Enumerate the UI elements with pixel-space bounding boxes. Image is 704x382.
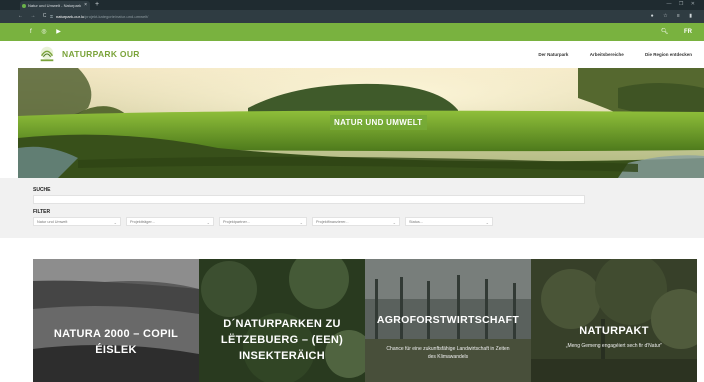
- nav-item-arbeitsbereiche[interactable]: Arbeitsbereiche: [590, 52, 624, 57]
- search-icon[interactable]: 🔍︎: [661, 29, 669, 35]
- project-card-insekteraich[interactable]: D´NATURPARKEN ZU LËTZEBUERG – (EEN) INSE…: [199, 259, 365, 382]
- close-tab-icon[interactable]: ×: [84, 1, 87, 10]
- browser-nav-buttons[interactable]: ← → C: [18, 10, 49, 23]
- social-icons[interactable]: f ◎ ▶: [30, 23, 65, 41]
- filter-select-status-value: Status...: [409, 220, 423, 224]
- window-controls[interactable]: — ❐ ✕: [667, 0, 698, 9]
- filter-label: FILTER: [33, 209, 51, 215]
- card-title: NATURPAKT: [579, 325, 649, 337]
- project-card-naturpakt[interactable]: NATURPAKT „Meng Gemeng engagéiert sech f…: [531, 259, 697, 382]
- logo-icon[interactable]: [38, 45, 56, 63]
- filter-select-projektfinanzierer[interactable]: Projektfinanzierer... ⌄: [312, 217, 400, 226]
- card-image: [531, 259, 697, 382]
- browser-tab-title: Natur und Umwelt - Naturpark: [28, 3, 82, 8]
- search-label: SUCHE: [33, 187, 51, 193]
- language-switch[interactable]: FR: [684, 29, 692, 35]
- filter-select-projektpartner-value: Projektpartner...: [223, 220, 250, 224]
- project-card-natura-2000[interactable]: NATURA 2000 – COPIL ÉISLEK: [33, 259, 199, 382]
- url-path: /projekt-kategorie/natur-und-umwelt/: [84, 14, 149, 19]
- card-image: [33, 259, 199, 382]
- chevron-down-icon: ⌄: [485, 220, 489, 225]
- hero-title: NATUR UND UMWELT: [330, 115, 427, 130]
- chevron-down-icon: ⌄: [392, 220, 396, 225]
- browser-toolbar-icons[interactable]: ● ☆ ≡ ▮: [651, 10, 696, 23]
- site-logo-text[interactable]: NATURPARK OUR: [62, 41, 140, 68]
- filter-panel: SUCHE FILTER Natur und Umwelt ⌄ Projekttr…: [0, 178, 704, 238]
- new-tab-button[interactable]: +: [95, 0, 99, 9]
- search-input[interactable]: [33, 195, 585, 204]
- filter-select-category-value: Natur und Umwelt: [37, 220, 68, 224]
- chevron-down-icon: ⌄: [299, 220, 303, 225]
- browser-tab-bar: Natur und Umwelt - Naturpark × + — ❐ ✕: [0, 0, 704, 10]
- project-card-grid: NATURA 2000 – COPIL ÉISLEK D´NATURPARKEN…: [33, 259, 698, 382]
- url-host: naturpark-our.lu: [56, 14, 85, 19]
- filter-select-projektfinanzierer-value: Projektfinanzierer...: [316, 220, 349, 224]
- project-card-agroforstwirtschaft[interactable]: AGROFORSTWIRTSCHAFT Chance für eine zuku…: [365, 259, 531, 382]
- utility-bar: f ◎ ▶ 🔍︎ FR: [0, 23, 704, 41]
- browser-tab[interactable]: Natur und Umwelt - Naturpark ×: [20, 1, 90, 10]
- favicon-icon: [22, 4, 26, 8]
- card-subtitle: „Meng Gemeng engagéiert sech fir d'Natur…: [565, 343, 663, 349]
- card-title: D´NATURPARKEN ZU LËTZEBUERG – (EEN) INSE…: [220, 318, 344, 362]
- filter-select-category[interactable]: Natur und Umwelt ⌄: [33, 217, 121, 226]
- browser-address-bar: ← → C ⚿ naturpark-our.lu/projekt-kategori…: [0, 10, 704, 23]
- card-title: AGROFORSTWIRTSCHAFT: [376, 314, 520, 326]
- filter-select-projektpartner[interactable]: Projektpartner... ⌄: [219, 217, 307, 226]
- site-header: NATURPARK OUR Der Naturpark Arbeitsberei…: [0, 41, 704, 68]
- filter-select-projekttraeger[interactable]: Projektträger... ⌄: [126, 217, 214, 226]
- url-field[interactable]: ⚿ naturpark-our.lu/projekt-kategorie/natu…: [50, 12, 650, 21]
- card-subtitle: Chance für eine zukunftsfähige Landwirts…: [386, 346, 510, 360]
- filter-select-status[interactable]: Status... ⌄: [405, 217, 493, 226]
- chevron-down-icon: ⌄: [113, 220, 117, 225]
- card-title: NATURA 2000 – COPIL ÉISLEK: [53, 328, 179, 356]
- filter-select-projekttraeger-value: Projektträger...: [130, 220, 155, 224]
- hero-banner: NATUR UND UMWELT: [18, 68, 704, 178]
- utility-right: 🔍︎ FR: [661, 23, 692, 41]
- main-nav: Der Naturpark Arbeitsbereiche Die Region…: [518, 41, 692, 68]
- nav-item-der-naturpark[interactable]: Der Naturpark: [538, 52, 568, 57]
- nav-item-region[interactable]: Die Region entdecken: [645, 52, 692, 57]
- chevron-down-icon: ⌄: [206, 220, 210, 225]
- lock-icon: ⚿: [50, 14, 54, 19]
